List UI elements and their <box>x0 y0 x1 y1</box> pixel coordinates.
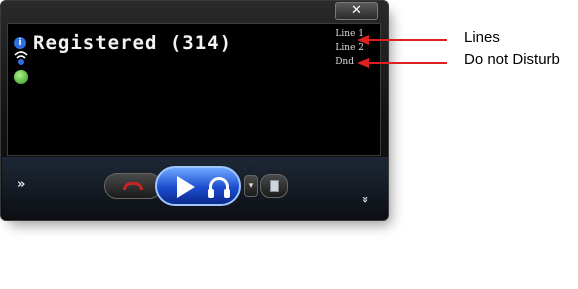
call-controls: ▾ <box>100 166 296 206</box>
info-icon[interactable]: i <box>14 37 26 49</box>
headset-icon <box>208 177 230 198</box>
notes-button[interactable] <box>260 174 288 198</box>
dnd-arrow <box>357 58 447 68</box>
hangup-button[interactable] <box>104 173 162 199</box>
play-icon <box>177 176 195 198</box>
status-row: i Registered (314) <box>14 32 232 54</box>
hangup-icon <box>123 182 143 190</box>
expand-left-icon[interactable]: » <box>17 177 25 192</box>
lines-arrow <box>357 35 447 45</box>
dropdown-button[interactable]: ▾ <box>244 175 258 197</box>
call-answer-button[interactable] <box>155 166 241 206</box>
softphone-window: ✕ i Registered (314) Line 1 Line 2 Dnd »… <box>0 0 389 221</box>
control-bar: » ▾ » <box>2 157 388 219</box>
lines-annotation: Lines <box>464 29 500 46</box>
phone-icon[interactable] <box>14 70 28 84</box>
close-button[interactable]: ✕ <box>335 2 378 20</box>
display-screen: i Registered (314) Line 1 Line 2 Dnd <box>7 23 381 156</box>
registration-status: Registered (314) <box>33 32 233 54</box>
document-icon <box>270 180 279 192</box>
dnd-indicator[interactable]: Dnd <box>335 57 354 67</box>
expand-down-icon[interactable]: » <box>359 196 372 203</box>
signal-icon <box>14 51 28 65</box>
dnd-annotation: Do not Disturb <box>464 51 560 68</box>
